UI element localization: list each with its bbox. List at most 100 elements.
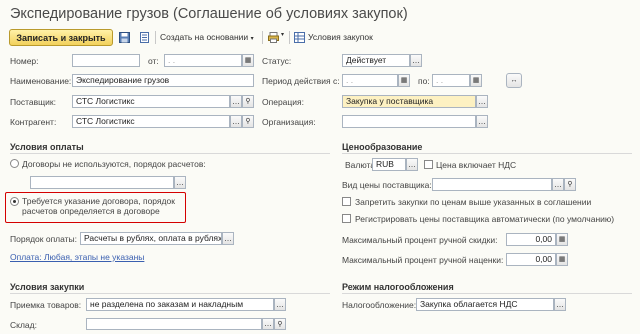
payment-section-title: Условия оплаты xyxy=(10,142,84,152)
warehouse-label: Склад: xyxy=(10,320,37,330)
period-to-label: по: xyxy=(418,76,430,86)
date-field[interactable]: . . xyxy=(164,54,242,67)
ellipsis-icon: … xyxy=(264,319,272,328)
number-field[interactable] xyxy=(72,54,140,67)
max-markup-field[interactable]: 0,00 xyxy=(506,253,556,266)
warehouse-field[interactable] xyxy=(86,318,262,330)
search-icon: ⚲ xyxy=(245,98,251,105)
taxation-label: Налогообложение: xyxy=(342,300,417,310)
counterparty-open-button[interactable]: ⚲ xyxy=(242,115,254,128)
payment-terms-link[interactable]: Оплата: Любая, этапы не указаны xyxy=(10,252,144,262)
forbid-higher-prices-label: Запретить закупки по ценам выше указанны… xyxy=(355,197,592,207)
organization-field[interactable] xyxy=(342,115,476,128)
goods-acceptance-label: Приемка товаров: xyxy=(10,300,82,310)
ellipsis-icon: … xyxy=(224,233,232,243)
warehouse-open-button[interactable]: ⚲ xyxy=(274,318,286,330)
calculator-icon: ▦ xyxy=(558,256,566,263)
supplier-price-select-button[interactable]: … xyxy=(552,178,564,191)
operation-field[interactable]: Закупка у поставщика xyxy=(342,95,476,108)
name-label: Наименование: xyxy=(10,76,72,86)
supplier-select-button[interactable]: … xyxy=(230,95,242,108)
toolbar-separator xyxy=(262,31,263,44)
period-from-calendar-button[interactable]: ▦ xyxy=(398,74,410,87)
supplier-price-open-button[interactable]: ⚲ xyxy=(564,178,576,191)
status-select-button[interactable]: … xyxy=(410,54,422,67)
ellipsis-icon: … xyxy=(408,159,416,169)
register-prices-label: Регистрировать цены поставщика автоматич… xyxy=(355,214,615,224)
organization-label: Организация: xyxy=(262,117,316,127)
radio-no-contracts[interactable] xyxy=(10,159,19,168)
taxation-select-button[interactable]: … xyxy=(554,298,566,311)
forbid-higher-prices-checkbox[interactable] xyxy=(342,197,351,206)
period-to-field[interactable]: . . xyxy=(432,74,470,87)
document-list-icon[interactable] xyxy=(139,32,150,43)
period-label: Период действия с: xyxy=(262,76,340,86)
operation-label: Операция: xyxy=(262,97,304,107)
period-swap-button[interactable]: ↔ xyxy=(506,73,522,88)
max-markup-label: Максимальный процент ручной наценки: xyxy=(342,255,504,265)
supplier-label: Поставщик: xyxy=(10,97,56,107)
ellipsis-icon: … xyxy=(556,299,564,309)
status-label: Статус: xyxy=(262,56,292,66)
payment-order-field[interactable]: Расчеты в рублях, оплата в рублях xyxy=(80,232,222,245)
pricing-section-title: Ценообразование xyxy=(342,142,423,152)
save-icon[interactable] xyxy=(119,32,130,43)
ellipsis-icon: … xyxy=(478,116,486,126)
calendar-icon: ▦ xyxy=(244,57,252,64)
create-based-on-menu[interactable]: Создать на основании ▾ xyxy=(160,32,254,42)
calendar-button[interactable]: ▦ xyxy=(242,54,254,67)
payment-order-label: Порядок оплаты: xyxy=(10,234,78,244)
currency-select-button[interactable]: … xyxy=(406,158,418,171)
search-icon: ⚲ xyxy=(245,118,251,125)
currency-field[interactable]: RUB xyxy=(372,158,406,171)
date-from-label: от: xyxy=(148,56,159,66)
calculator-icon: ▦ xyxy=(558,236,566,243)
radio-contract-required[interactable] xyxy=(10,197,19,206)
operation-select-button[interactable]: … xyxy=(476,95,488,108)
status-field[interactable]: Действует xyxy=(342,54,410,67)
goods-acceptance-select-button[interactable]: … xyxy=(274,298,286,311)
ellipsis-icon: … xyxy=(554,179,562,189)
supplier-price-field[interactable] xyxy=(432,178,552,191)
max-discount-calculator-button[interactable]: ▦ xyxy=(556,233,568,246)
number-label: Номер: xyxy=(10,56,39,66)
counterparty-field[interactable]: СТС Логистикс xyxy=(72,115,230,128)
calendar-icon: ▦ xyxy=(472,77,480,84)
settlement-order-field[interactable] xyxy=(30,176,174,189)
toolbar-separator xyxy=(289,31,290,44)
register-prices-checkbox[interactable] xyxy=(342,214,351,223)
ellipsis-icon: … xyxy=(412,55,420,65)
max-markup-calculator-button[interactable]: ▦ xyxy=(556,253,568,266)
print-dropdown-arrow-icon[interactable]: ▾ xyxy=(281,31,284,38)
ellipsis-icon: … xyxy=(176,177,184,187)
counterparty-select-button[interactable]: … xyxy=(230,115,242,128)
ellipsis-icon: … xyxy=(276,299,284,309)
name-field[interactable]: Экспедирование грузов xyxy=(72,74,254,87)
period-to-calendar-button[interactable]: ▦ xyxy=(470,74,482,87)
vat-included-checkbox[interactable] xyxy=(424,160,433,169)
payment-order-select-button[interactable]: … xyxy=(222,232,234,245)
goods-acceptance-field[interactable]: не разделена по заказам и накладным xyxy=(86,298,274,311)
supplier-open-button[interactable]: ⚲ xyxy=(242,95,254,108)
payment-divider xyxy=(10,153,330,154)
period-from-field[interactable]: . . xyxy=(342,74,398,87)
calendar-icon: ▦ xyxy=(400,77,408,84)
max-discount-label: Максимальный процент ручной скидки: xyxy=(342,235,498,245)
supplier-field[interactable]: СТС Логистикс xyxy=(72,95,230,108)
max-discount-field[interactable]: 0,00 xyxy=(506,233,556,246)
purchase-conditions-button[interactable]: Условия закупок xyxy=(308,32,373,42)
tax-divider xyxy=(342,293,632,294)
ellipsis-icon: … xyxy=(232,116,240,126)
supplier-price-label: Вид цены поставщика: xyxy=(342,180,432,190)
print-icon[interactable] xyxy=(268,32,279,43)
swap-arrows-icon: ↔ xyxy=(510,77,518,84)
conditions-grid-icon xyxy=(294,32,305,43)
contract-required-label-line2: расчетов определяется в договоре xyxy=(22,206,160,216)
purchase-divider xyxy=(10,293,330,294)
settlement-order-select-button[interactable]: … xyxy=(174,176,186,189)
taxation-field[interactable]: Закупка облагается НДС xyxy=(416,298,554,311)
save-and-close-button[interactable]: Записать и закрыть xyxy=(9,29,113,46)
purchase-section-title: Условия закупки xyxy=(10,282,85,292)
warehouse-select-button[interactable]: … xyxy=(262,318,274,330)
organization-select-button[interactable]: … xyxy=(476,115,488,128)
